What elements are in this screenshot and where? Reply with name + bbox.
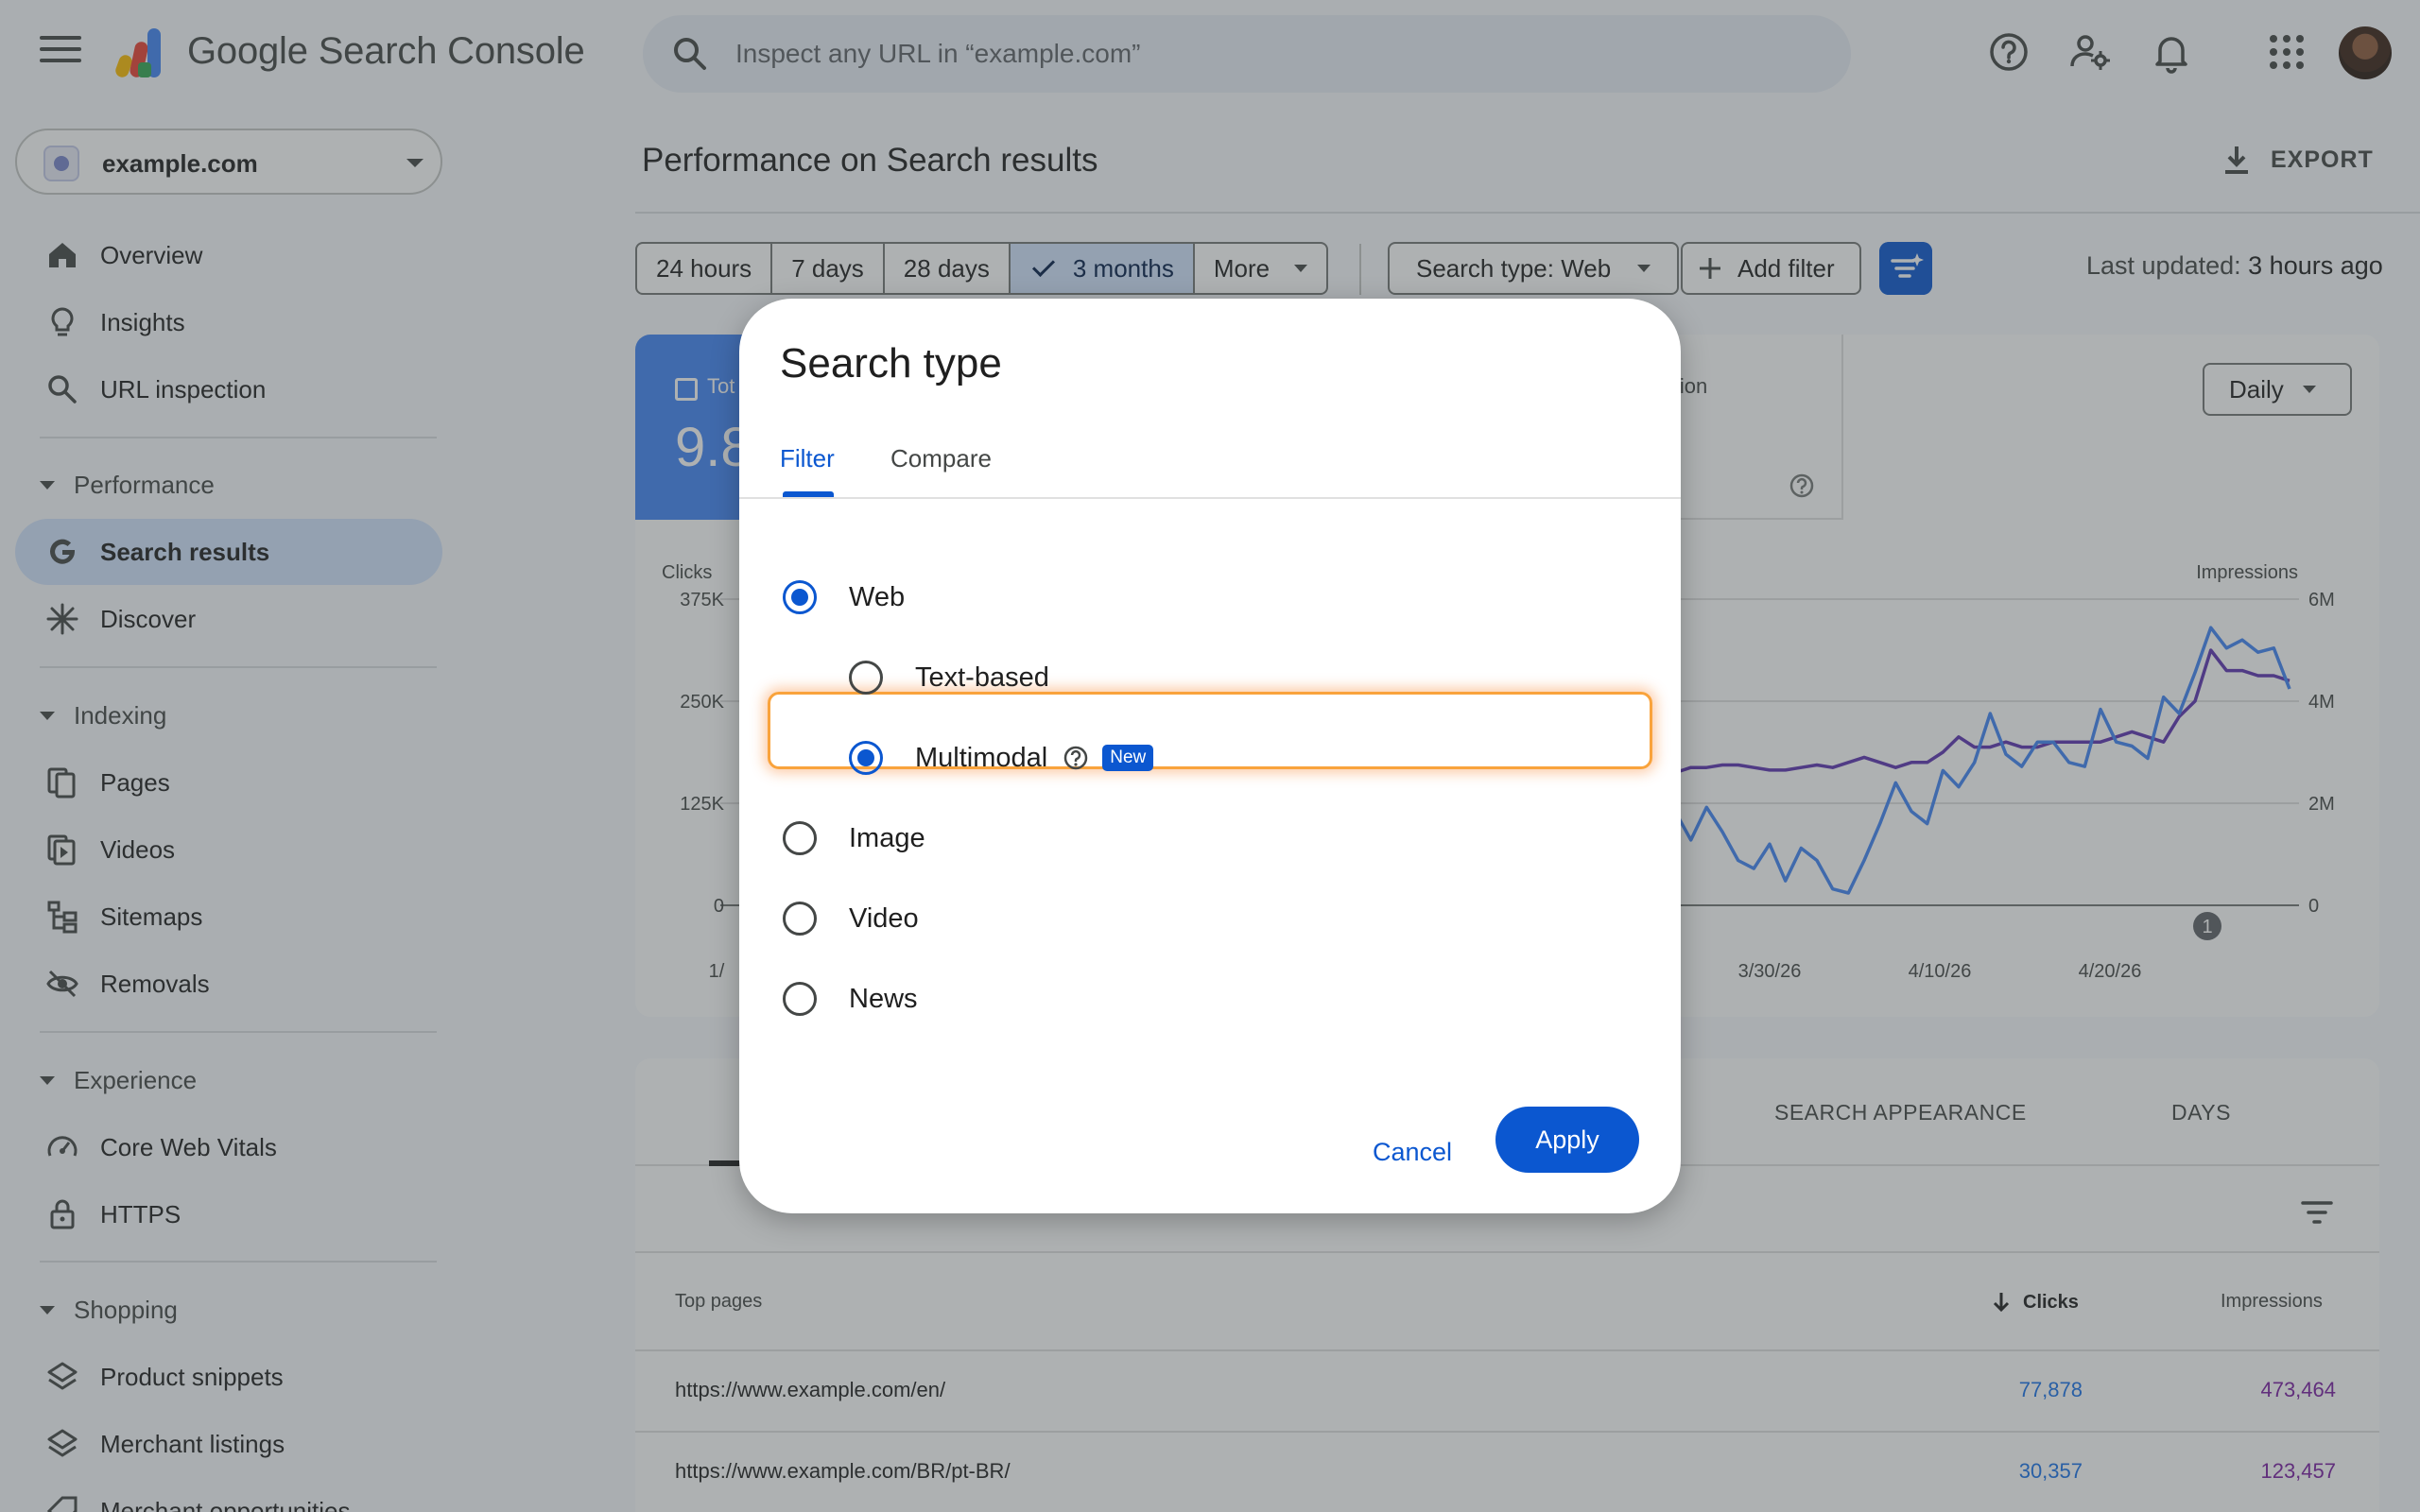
option-web[interactable]: Web xyxy=(783,569,905,626)
option-label: News xyxy=(849,983,918,1014)
option-label: Web xyxy=(849,581,906,612)
apply-button[interactable]: Apply xyxy=(1495,1107,1639,1173)
option-image[interactable]: Image xyxy=(783,810,925,867)
option-video[interactable]: Video xyxy=(783,890,919,947)
option-multimodal[interactable]: Multimodal New xyxy=(849,730,1154,786)
search-type-dialog: Search type Filter Compare Web Text-base… xyxy=(739,299,1681,1213)
option-label: Image xyxy=(849,822,925,853)
option-text-based[interactable]: Text-based xyxy=(849,649,1049,706)
new-badge: New xyxy=(1102,745,1154,771)
cancel-button[interactable]: Cancel xyxy=(1363,1126,1461,1177)
help-icon[interactable] xyxy=(1063,745,1089,771)
option-news[interactable]: News xyxy=(783,971,918,1027)
radio-news[interactable] xyxy=(783,982,817,1016)
radio-video[interactable] xyxy=(783,902,817,936)
dialog-divider xyxy=(739,497,1681,499)
radio-text-based[interactable] xyxy=(849,661,883,695)
radio-web[interactable] xyxy=(783,580,817,614)
option-label: Text-based xyxy=(915,662,1049,693)
option-label: Multimodal xyxy=(915,742,1048,773)
dialog-title: Search type xyxy=(780,340,1002,387)
option-label: Video xyxy=(849,902,919,934)
radio-multimodal[interactable] xyxy=(849,741,883,775)
radio-image[interactable] xyxy=(783,821,817,855)
tab-filter[interactable]: Filter xyxy=(780,444,835,473)
tab-compare[interactable]: Compare xyxy=(890,444,992,473)
